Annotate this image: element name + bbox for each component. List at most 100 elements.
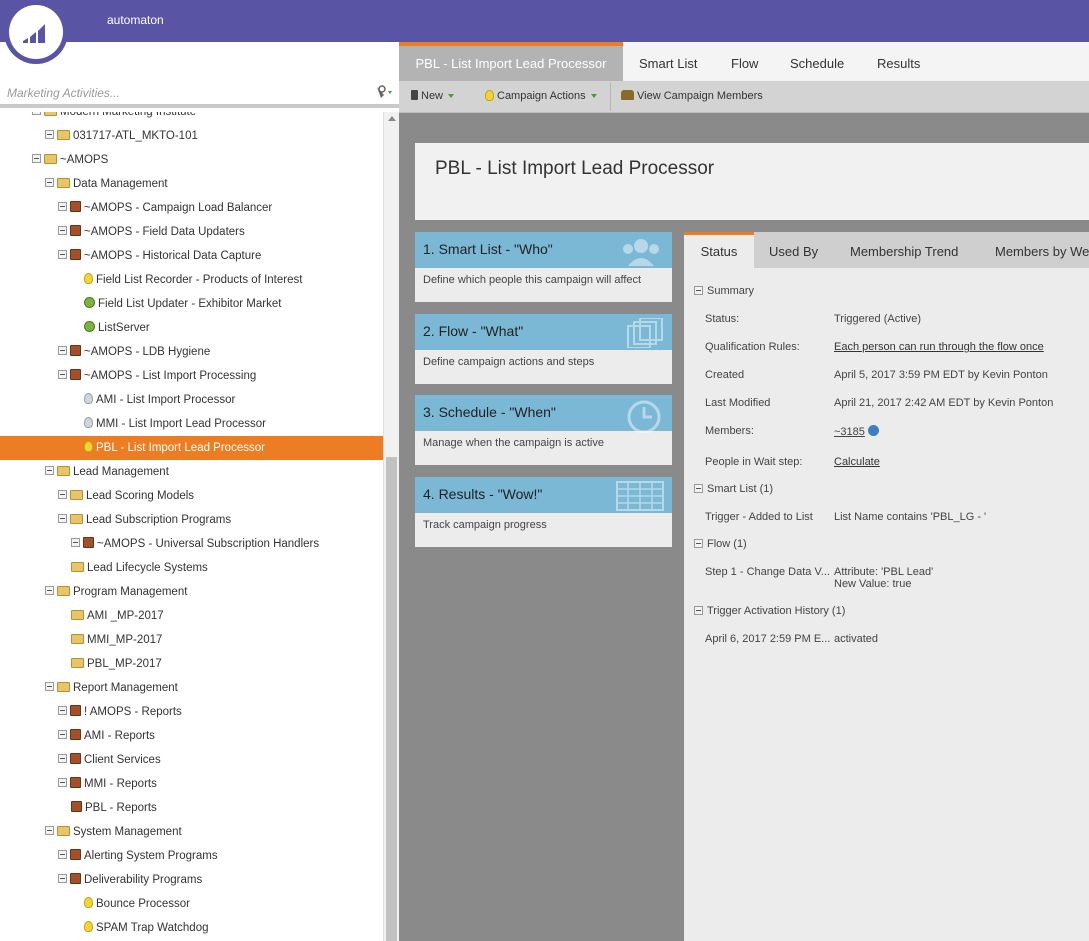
tree-item[interactable]: ~AMOPS - Universal Subscription Handlers bbox=[0, 532, 383, 556]
search-input[interactable]: Marketing Activities... bbox=[7, 86, 120, 100]
step-results[interactable]: 4. Results - "Wow!" Track campaign progr… bbox=[415, 477, 672, 547]
tab-campaign-main[interactable]: PBL - List Import Lead Processor bbox=[399, 42, 623, 81]
tree-item[interactable]: MMI_MP-2017 bbox=[0, 628, 383, 652]
expand-toggle-icon[interactable] bbox=[45, 178, 54, 188]
expand-toggle-icon[interactable] bbox=[45, 586, 54, 596]
tree-item-label: PBL_MP-2017 bbox=[87, 658, 162, 670]
tree-item[interactable]: AMI - List Import Processor bbox=[0, 388, 383, 412]
tree-item[interactable]: ~AMOPS - Campaign Load Balancer bbox=[0, 196, 383, 220]
summary-section-toggle[interactable]: Summary bbox=[694, 285, 754, 297]
expand-toggle-icon[interactable] bbox=[58, 730, 67, 740]
tree-item[interactable]: ~AMOPS - Field Data Updaters bbox=[0, 220, 383, 244]
expand-toggle-icon[interactable] bbox=[58, 850, 67, 860]
tree-item[interactable]: Lead Scoring Models bbox=[0, 484, 383, 508]
expand-toggle-icon[interactable] bbox=[32, 154, 41, 164]
tree-item[interactable]: PBL_MP-2017 bbox=[0, 652, 383, 676]
step-schedule[interactable]: 3. Schedule - "When" Manage when the cam… bbox=[415, 395, 672, 465]
tree-item[interactable]: Alerting System Programs bbox=[0, 844, 383, 868]
calculate-link[interactable]: Calculate bbox=[834, 456, 880, 468]
expand-toggle-icon[interactable] bbox=[58, 706, 67, 716]
tree-item[interactable]: MMI - Reports bbox=[0, 772, 383, 796]
flow-section-toggle[interactable]: Flow (1) bbox=[694, 538, 747, 550]
tree-scrollbar[interactable] bbox=[383, 112, 399, 941]
tree-item-label: Client Services bbox=[84, 754, 161, 766]
expand-toggle-icon[interactable] bbox=[45, 130, 54, 140]
history-date-label: April 6, 2017 2:59 PM E... bbox=[705, 633, 831, 645]
tree-item[interactable]: Modern Marketing Institute bbox=[0, 112, 383, 124]
tab-used-by[interactable]: Used By bbox=[769, 232, 818, 268]
expand-toggle-icon[interactable] bbox=[32, 112, 41, 116]
expand-toggle-icon[interactable] bbox=[58, 514, 67, 524]
tree-item[interactable]: ListServer bbox=[0, 316, 383, 340]
tree-item[interactable]: ~AMOPS bbox=[0, 148, 383, 172]
campaign-actions-button[interactable]: Campaign Actions bbox=[485, 89, 597, 102]
tab-schedule[interactable]: Schedule bbox=[790, 42, 844, 81]
tree-item[interactable]: Deliverability Programs bbox=[0, 868, 383, 892]
expand-toggle-icon[interactable] bbox=[45, 682, 54, 692]
tab-membership-trend[interactable]: Membership Trend bbox=[850, 232, 958, 268]
scrollbar-thumb[interactable] bbox=[386, 457, 397, 941]
expand-toggle-icon[interactable] bbox=[58, 370, 67, 380]
marketing-activities-search[interactable]: Marketing Activities... bbox=[0, 78, 399, 108]
expand-toggle-icon[interactable] bbox=[58, 250, 67, 260]
tree-item[interactable]: Report Management bbox=[0, 676, 383, 700]
marketo-logo-icon[interactable] bbox=[4, 0, 68, 64]
qualification-rules-link[interactable]: Each person can run through the flow onc… bbox=[834, 341, 1044, 353]
tree-item[interactable]: ! AMOPS - Reports bbox=[0, 700, 383, 724]
tree-item[interactable]: ~AMOPS - LDB Hygiene bbox=[0, 340, 383, 364]
tab-results[interactable]: Results bbox=[877, 42, 920, 81]
tree-item[interactable]: SPAM Trap Watchdog bbox=[0, 916, 383, 940]
program-icon bbox=[70, 369, 81, 381]
tab-members-by[interactable]: Members by We bbox=[995, 232, 1089, 268]
smart-list-heading: Smart List (1) bbox=[707, 483, 774, 495]
expand-toggle-icon[interactable] bbox=[58, 226, 67, 236]
collapse-icon bbox=[694, 483, 703, 493]
left-navigation-panel: Marketing Activities... Modern Marketing… bbox=[0, 42, 399, 941]
tree-item-label: ~AMOPS bbox=[60, 154, 109, 166]
tree-item[interactable]: 031717-ATL_MKTO-101 bbox=[0, 124, 383, 148]
tab-flow[interactable]: Flow bbox=[731, 42, 758, 81]
tree-item-label: PBL - Reports bbox=[85, 802, 157, 814]
expand-toggle-icon[interactable] bbox=[71, 538, 80, 548]
members-count-link[interactable]: ~3185 bbox=[834, 426, 865, 438]
history-section-toggle[interactable]: Trigger Activation History (1) bbox=[694, 605, 845, 617]
smart-list-section-toggle[interactable]: Smart List (1) bbox=[694, 483, 773, 495]
refresh-globe-icon[interactable] bbox=[867, 424, 879, 436]
scroll-up-arrow-icon[interactable] bbox=[388, 116, 396, 121]
expand-toggle-icon[interactable] bbox=[58, 754, 67, 764]
tree-item[interactable]: Program Management bbox=[0, 580, 383, 604]
tree-item[interactable]: Field List Recorder - Products of Intere… bbox=[0, 268, 383, 292]
folder-icon bbox=[44, 112, 57, 116]
tree-item[interactable]: PBL - Reports bbox=[0, 796, 383, 820]
tree-item[interactable]: Data Management bbox=[0, 172, 383, 196]
tree-item[interactable]: AMI - Reports bbox=[0, 724, 383, 748]
tree-item[interactable]: Lead Management bbox=[0, 460, 383, 484]
step-smart-list[interactable]: 1. Smart List - "Who" Define which peopl… bbox=[415, 232, 672, 302]
view-campaign-members-button[interactable]: View Campaign Members bbox=[621, 90, 763, 102]
filter-icon[interactable] bbox=[375, 85, 393, 99]
tree-item[interactable]: Client Services bbox=[0, 748, 383, 772]
tree-item[interactable]: Lead Subscription Programs bbox=[0, 508, 383, 532]
tree-item[interactable]: System Management bbox=[0, 820, 383, 844]
tree-item-label: MMI - List Import Lead Processor bbox=[96, 418, 266, 430]
expand-toggle-icon[interactable] bbox=[58, 346, 67, 356]
step-flow[interactable]: 2. Flow - "What" Define campaign actions… bbox=[415, 314, 672, 384]
tree-item-selected[interactable]: PBL - List Import Lead Processor bbox=[0, 436, 383, 460]
tab-status[interactable]: Status bbox=[684, 232, 754, 268]
tab-smart-list[interactable]: Smart List bbox=[639, 42, 698, 81]
tree-item[interactable]: MMI - List Import Lead Processor bbox=[0, 412, 383, 436]
tree-item[interactable]: AMI _MP-2017 bbox=[0, 604, 383, 628]
tree-item[interactable]: Lead Lifecycle Systems bbox=[0, 556, 383, 580]
tree-item[interactable]: Bounce Processor bbox=[0, 892, 383, 916]
tree-item[interactable]: ~AMOPS - Historical Data Capture bbox=[0, 244, 383, 268]
expand-toggle-icon[interactable] bbox=[58, 202, 67, 212]
expand-toggle-icon[interactable] bbox=[58, 874, 67, 884]
new-button[interactable]: New bbox=[411, 90, 455, 102]
expand-toggle-icon[interactable] bbox=[58, 778, 67, 788]
tree-item-label: ! AMOPS - Reports bbox=[84, 706, 182, 718]
expand-toggle-icon[interactable] bbox=[45, 826, 54, 836]
expand-toggle-icon[interactable] bbox=[45, 466, 54, 476]
expand-toggle-icon[interactable] bbox=[58, 490, 67, 500]
tree-item[interactable]: Field List Updater - Exhibitor Market bbox=[0, 292, 383, 316]
tree-item[interactable]: ~AMOPS - List Import Processing bbox=[0, 364, 383, 388]
